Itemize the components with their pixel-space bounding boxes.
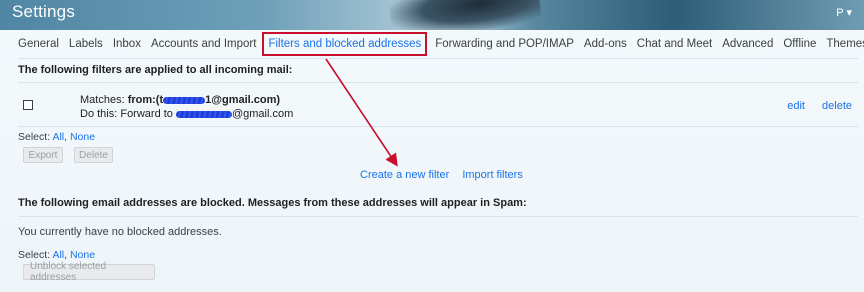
tab-chat-and-meet[interactable]: Chat and Meet <box>637 38 712 50</box>
tab-inbox[interactable]: Inbox <box>113 38 141 50</box>
select-all-link[interactable]: All <box>52 131 64 143</box>
select-none-link[interactable]: None <box>70 249 95 261</box>
tab-add-ons[interactable]: Add-ons <box>584 38 627 50</box>
no-blocked-message: You currently have no blocked addresses. <box>18 226 222 238</box>
filter-matches-suffix: 1@gmail.com) <box>205 94 281 106</box>
filter-matches-prefix: from:(t <box>127 94 164 106</box>
tabs-divider <box>18 58 858 59</box>
filter-matches-line: Matches: from:(t 1@gmail.com) <box>80 94 280 106</box>
select-label: Select: <box>18 249 51 261</box>
account-label: P <box>836 7 844 19</box>
blocked-heading-divider <box>18 216 858 217</box>
filter-matches-label: Matches: <box>80 94 125 106</box>
select-label: Select: <box>18 131 51 143</box>
delete-filter-link[interactable]: delete <box>822 100 852 112</box>
filter-action-suffix: @gmail.com <box>231 108 294 120</box>
chevron-down-icon: ▾ <box>846 7 852 19</box>
header-theme-image <box>387 0 543 30</box>
tab-advanced[interactable]: Advanced <box>722 38 773 50</box>
select-none-link[interactable]: None <box>70 131 95 143</box>
blocked-heading: The following email addresses are blocke… <box>18 197 527 209</box>
tab-themes[interactable]: Themes <box>826 38 864 50</box>
account-menu[interactable]: P ▾ <box>836 6 852 19</box>
filter-action-line: Do this: Forward to @gmail.com <box>80 108 293 120</box>
filter-actions-links: Create a new filter Import filters <box>360 169 533 181</box>
filter-row-divider <box>18 126 858 127</box>
tab-filters-and-blocked-addresses[interactable]: Filters and blocked addresses <box>262 32 428 56</box>
settings-panel: General Labels Inbox Accounts and Import… <box>0 30 864 292</box>
blocked-select-line: Select: All, None <box>18 249 95 261</box>
delete-button[interactable]: Delete <box>74 147 113 163</box>
tab-labels[interactable]: Labels <box>69 38 103 50</box>
unblock-selected-button[interactable]: Unblock selected addresses <box>23 261 155 283</box>
import-filters-link[interactable]: Import filters <box>462 169 523 181</box>
export-button[interactable]: Export <box>23 147 63 163</box>
settings-tabs: General Labels Inbox Accounts and Import… <box>18 32 864 56</box>
filters-select-line: Select: All, None <box>18 131 95 143</box>
select-all-link[interactable]: All <box>52 249 64 261</box>
redaction-mark <box>163 96 206 104</box>
page-title: Settings <box>12 2 76 21</box>
filter-row-checkbox[interactable] <box>23 100 33 110</box>
tab-forwarding-and-pop-imap[interactable]: Forwarding and POP/IMAP <box>435 38 574 50</box>
tab-general[interactable]: General <box>18 38 59 50</box>
filters-heading: The following filters are applied to all… <box>18 64 293 76</box>
filter-action-label: Do this: Forward to <box>80 108 173 120</box>
filter-row-actions: edit delete <box>773 100 852 112</box>
app-header: Settings P ▾ <box>0 0 864 30</box>
tab-accounts-and-import[interactable]: Accounts and Import <box>151 38 256 50</box>
create-new-filter-link[interactable]: Create a new filter <box>360 169 449 181</box>
redaction-mark <box>175 110 232 118</box>
edit-filter-link[interactable]: edit <box>787 100 805 112</box>
filters-heading-divider <box>18 82 858 83</box>
tab-offline[interactable]: Offline <box>783 38 816 50</box>
